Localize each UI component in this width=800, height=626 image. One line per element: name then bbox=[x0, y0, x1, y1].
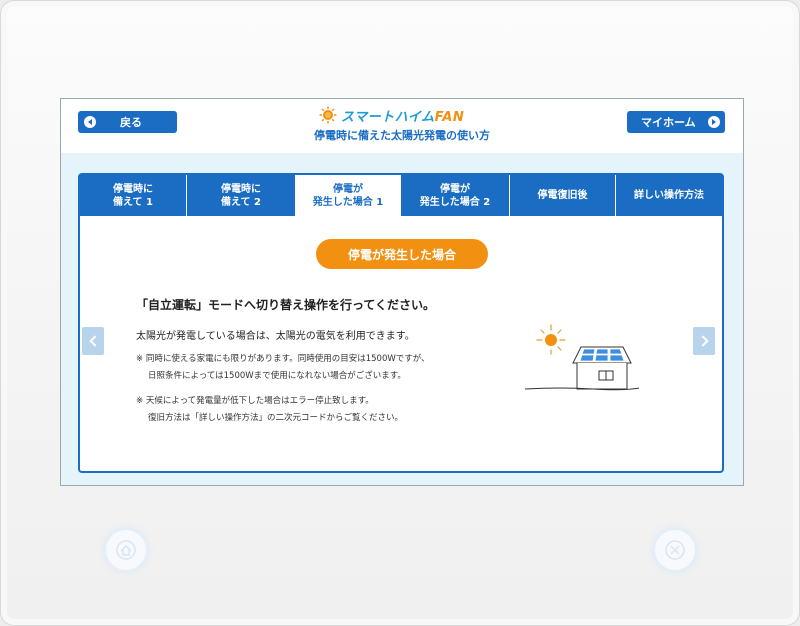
top-bar: 戻る スマートハイムFAN 停電時に備えた太陽光発電の使い方 マイホーム bbox=[61, 99, 743, 153]
tab-after-recovery[interactable]: 停電復旧後 bbox=[510, 175, 616, 216]
note-capacity-line1: ※ 同時に使える家電にも限りがあります。同時使用の目安は1500Wですが、 bbox=[136, 354, 430, 364]
close-hardware-icon bbox=[665, 540, 685, 560]
close-hardware-button[interactable] bbox=[653, 528, 697, 572]
main-description: 太陽光が発電している場合は、太陽光の電気を利用できます。 bbox=[136, 331, 415, 342]
section-title: 停電が発生した場合 bbox=[316, 239, 488, 269]
tab-prepare-2[interactable]: 停電時に 備えて 2 bbox=[187, 175, 296, 216]
note-weather-line2: 復旧方法は「詳しい操作方法」の二次元コードからご覧ください。 bbox=[148, 413, 404, 423]
prev-page-button[interactable] bbox=[82, 327, 104, 355]
logo-text: スマートハイムFAN bbox=[341, 109, 465, 125]
touch-screen: 戻る スマートハイムFAN 停電時に備えた太陽光発電の使い方 マイホーム 停電時… bbox=[60, 98, 744, 486]
next-page-button[interactable] bbox=[693, 327, 715, 355]
tab-outage-2[interactable]: 停電が 発生した場合 2 bbox=[401, 175, 510, 216]
instruction-heading: 「自立運転」モードへ切り替え操作を行ってください。 bbox=[136, 298, 436, 312]
note-capacity: ※ 同時に使える家電にも限りがあります。同時使用の目安は1500Wですが、 日照… bbox=[136, 351, 430, 385]
home-hardware-icon bbox=[116, 540, 136, 560]
tab-prepare-1[interactable]: 停電時に 備えて 1 bbox=[80, 175, 187, 216]
tab-bar: 停電時に 備えて 1 停電時に 備えて 2 停電が 発生した場合 1 停電が 発… bbox=[80, 175, 722, 216]
next-chevron-icon bbox=[696, 335, 709, 347]
logo-fan-text: FAN bbox=[434, 109, 465, 125]
note-weather: ※ 天候によって発電量が低下した場合はエラー停止致します。 復旧方法は「詳しい操… bbox=[136, 393, 403, 427]
app-logo: スマートハイムFAN bbox=[319, 104, 464, 126]
tab-detailed-operation[interactable]: 詳しい操作方法 bbox=[616, 175, 722, 216]
solar-house-illustration bbox=[524, 324, 640, 391]
my-home-button-label: マイホーム bbox=[641, 116, 696, 129]
note-capacity-line2: 日照条件によっては1500Wまで使用になれない場合がございます。 bbox=[148, 371, 406, 381]
tab-outage-1[interactable]: 停電が 発生した場合 1 bbox=[296, 175, 401, 216]
note-weather-line1: ※ 天候によって発電量が低下した場合はエラー停止致します。 bbox=[136, 396, 374, 406]
home-hardware-button[interactable] bbox=[104, 528, 148, 572]
my-home-button[interactable]: マイホーム bbox=[627, 111, 725, 133]
prev-chevron-icon bbox=[88, 335, 101, 347]
home-arrow-icon bbox=[707, 116, 720, 128]
sun-logo-icon bbox=[319, 106, 337, 124]
